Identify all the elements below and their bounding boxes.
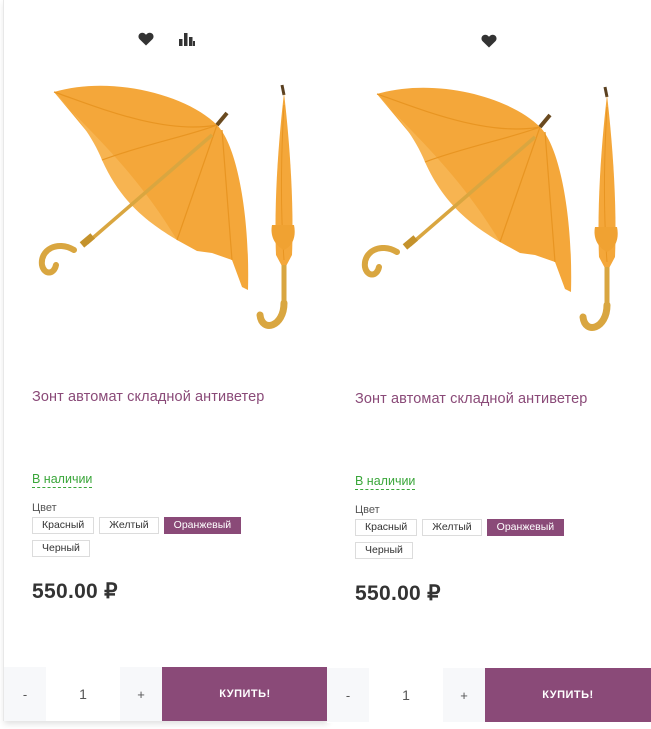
card-actions [4, 28, 328, 50]
color-option-orange[interactable]: Оранжевый [163, 517, 242, 534]
color-option-yellow[interactable]: Желтый [99, 517, 159, 534]
product-title[interactable]: Зонт автомат складной антиветер [32, 387, 302, 407]
quantity-input[interactable] [46, 667, 120, 721]
color-option-red[interactable]: Красный [32, 517, 95, 534]
color-option-black[interactable]: Черный [32, 540, 90, 557]
stock-status: В наличии [355, 474, 416, 490]
heart-icon[interactable] [478, 30, 500, 52]
quantity-input[interactable] [369, 668, 443, 722]
quantity-increase-button[interactable]: + [443, 668, 485, 722]
buy-button[interactable]: КУПИТЬ! [162, 667, 328, 721]
color-option-black[interactable]: Черный [355, 542, 413, 559]
quantity-increase-button[interactable]: + [120, 667, 162, 721]
color-options: Красный Желтый Оранжевый Черный [355, 519, 605, 559]
buy-bar: - + КУПИТЬ! [327, 668, 651, 722]
product-card: Зонт автомат складной антиветер В наличи… [327, 0, 651, 723]
color-options: Красный Желтый Оранжевый Черный [32, 517, 282, 557]
stock-status: В наличии [32, 472, 93, 488]
umbrella-image [38, 84, 295, 329]
card-actions [327, 30, 651, 52]
product-image[interactable] [22, 65, 314, 350]
color-label: Цвет [355, 504, 380, 516]
product-price: 550.00 ₽ [355, 582, 441, 605]
quantity-decrease-button[interactable]: - [327, 668, 369, 722]
product-title[interactable]: Зонт автомат складной антиветер [355, 389, 625, 409]
quantity-decrease-button[interactable]: - [4, 667, 46, 721]
product-price: 550.00 ₽ [32, 580, 118, 603]
product-card: Зонт автомат складной антиветер В наличи… [4, 0, 328, 721]
bar-chart-icon[interactable] [176, 28, 198, 50]
heart-icon[interactable] [135, 28, 157, 50]
product-image[interactable] [345, 67, 637, 352]
buy-button[interactable]: КУПИТЬ! [485, 668, 651, 722]
color-option-orange[interactable]: Оранжевый [486, 519, 565, 536]
color-option-yellow[interactable]: Желтый [422, 519, 482, 536]
buy-bar: - + КУПИТЬ! [4, 667, 328, 721]
umbrella-image [361, 86, 618, 331]
color-label: Цвет [32, 502, 57, 514]
color-option-red[interactable]: Красный [355, 519, 418, 536]
